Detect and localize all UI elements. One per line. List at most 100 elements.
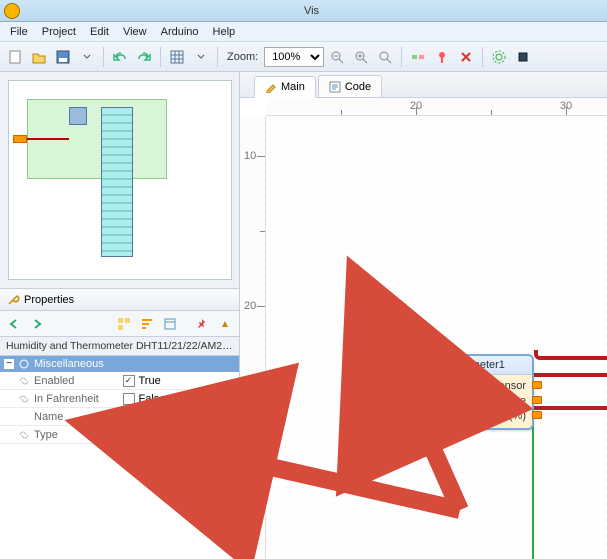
pin-input[interactable]: [358, 381, 366, 389]
prop-value: DHT22: [123, 429, 158, 441]
left-panel: Properties Humidity and Thermometer DHT1…: [0, 72, 240, 559]
prop-key-label: In Fahrenheit: [34, 393, 99, 405]
ruler-tick-label: 20: [244, 300, 256, 312]
prop-key-label: Enabled: [34, 375, 74, 387]
ruler-vertical: 10 20 25: [240, 116, 266, 559]
pin-icon[interactable]: [192, 314, 212, 334]
gear-icon: [18, 358, 30, 370]
app-icon: [4, 3, 20, 19]
minimap[interactable]: [8, 80, 232, 280]
pin-output-sensor[interactable]: [532, 381, 542, 389]
zoom-select[interactable]: 100%: [264, 47, 324, 67]
grid-dropdown[interactable]: [190, 46, 212, 68]
new-button[interactable]: [4, 46, 26, 68]
menu-file[interactable]: File: [4, 24, 34, 40]
tab-code[interactable]: Code: [318, 75, 382, 97]
tab-main[interactable]: Main: [254, 76, 316, 98]
settings-icon[interactable]: [215, 314, 235, 334]
wire: [532, 414, 534, 559]
menu-edit[interactable]: Edit: [84, 24, 115, 40]
zoom-in-button[interactable]: [350, 46, 372, 68]
pin-output-temperature[interactable]: [532, 396, 542, 404]
tab-bar: Main Code: [240, 72, 607, 98]
minimap-panel: [0, 72, 239, 289]
code-icon: [329, 81, 341, 93]
minimap-wire: [27, 138, 69, 140]
properties-toolbar: [0, 311, 239, 337]
pin-output-humidity[interactable]: [532, 411, 542, 419]
pin-button[interactable]: [431, 46, 453, 68]
menu-view[interactable]: View: [117, 24, 153, 40]
property-row-enabled[interactable]: Enabled ✓ True: [0, 372, 239, 390]
property-row-fahrenheit[interactable]: In Fahrenheit False: [0, 390, 239, 408]
window-title: Vis: [20, 5, 603, 17]
grid-button[interactable]: [166, 46, 188, 68]
ruler-tick-label: 10: [244, 150, 256, 162]
wrench-icon: [6, 293, 20, 307]
node-body: Clock Sensor Temperature Humidity(%): [366, 375, 532, 428]
zoom-label: Zoom:: [227, 51, 258, 63]
menu-help[interactable]: Help: [207, 24, 242, 40]
ruler-horizontal: 20 30: [266, 98, 607, 116]
prop-value: True: [139, 375, 161, 387]
link-icon: [18, 429, 30, 441]
menu-project[interactable]: Project: [36, 24, 82, 40]
minimap-block: [69, 107, 87, 125]
pencil-icon: [265, 81, 277, 93]
property-category[interactable]: − Miscellaneous: [0, 356, 239, 372]
zoom-out-button[interactable]: [326, 46, 348, 68]
checkbox-icon[interactable]: ✓: [123, 375, 135, 387]
open-button[interactable]: [28, 46, 50, 68]
link-icon: [18, 393, 30, 405]
separator: [482, 47, 483, 67]
pin-label: Temperature: [464, 395, 526, 407]
prop-value: False: [139, 393, 166, 405]
ruler-tick-label: 25: [244, 375, 256, 387]
save-button[interactable]: [52, 46, 74, 68]
chip-button[interactable]: [512, 46, 534, 68]
connect-button[interactable]: [407, 46, 429, 68]
zoom-fit-button[interactable]: [374, 46, 396, 68]
menu-arduino[interactable]: Arduino: [155, 24, 205, 40]
collapse-icon[interactable]: −: [4, 359, 14, 369]
delete-button[interactable]: [455, 46, 477, 68]
redo-button[interactable]: [133, 46, 155, 68]
property-row-name[interactable]: Name HumidityThermo...: [0, 408, 239, 426]
workspace: Properties Humidity and Thermometer DHT1…: [0, 72, 607, 559]
separator: [217, 47, 218, 67]
property-grid: − Miscellaneous Enabled ✓ True In Fahrenh…: [0, 356, 239, 559]
sort-button[interactable]: [137, 314, 157, 334]
checkbox-icon[interactable]: [123, 393, 135, 405]
property-row-type[interactable]: Type DHT22: [0, 426, 239, 444]
prop-value: HumidityThermo...: [123, 411, 220, 423]
pin-label: Clock: [387, 380, 415, 392]
title-bar: Vis: [0, 0, 607, 22]
prop-key-label: Name: [34, 411, 63, 423]
tab-label: Main: [281, 81, 305, 93]
pin-label: Humidity(%): [466, 410, 526, 422]
properties-header: Properties: [0, 289, 239, 311]
properties-panel: Properties Humidity and Thermometer DHT1…: [0, 289, 239, 559]
separator: [103, 47, 104, 67]
wire: [534, 406, 607, 410]
save-dropdown[interactable]: [76, 46, 98, 68]
nav-fwd-button[interactable]: [27, 314, 47, 334]
expand-button[interactable]: [160, 314, 180, 334]
menu-bar: File Project Edit View Arduino Help: [0, 22, 607, 42]
pulse-icon: [372, 381, 384, 391]
prop-key-label: Type: [34, 429, 58, 441]
node-title: HumidityThermometer1: [390, 359, 505, 371]
nav-back-button[interactable]: [4, 314, 24, 334]
toolbar: Zoom: 100%: [0, 42, 607, 72]
categorize-button[interactable]: [114, 314, 134, 334]
node-humidity-thermometer[interactable]: HumidityThermometer1 Clock Sensor Temper…: [364, 354, 534, 430]
component-icon: [372, 358, 386, 372]
undo-button[interactable]: [109, 46, 131, 68]
design-canvas[interactable]: HumidityThermometer1 Clock Sensor Temper…: [266, 116, 607, 559]
wire: [532, 373, 607, 377]
tab-label: Code: [345, 81, 371, 93]
link-icon: [18, 375, 30, 387]
gear-button[interactable]: [488, 46, 510, 68]
wire: [534, 350, 607, 360]
node-header[interactable]: HumidityThermometer1: [366, 356, 532, 375]
